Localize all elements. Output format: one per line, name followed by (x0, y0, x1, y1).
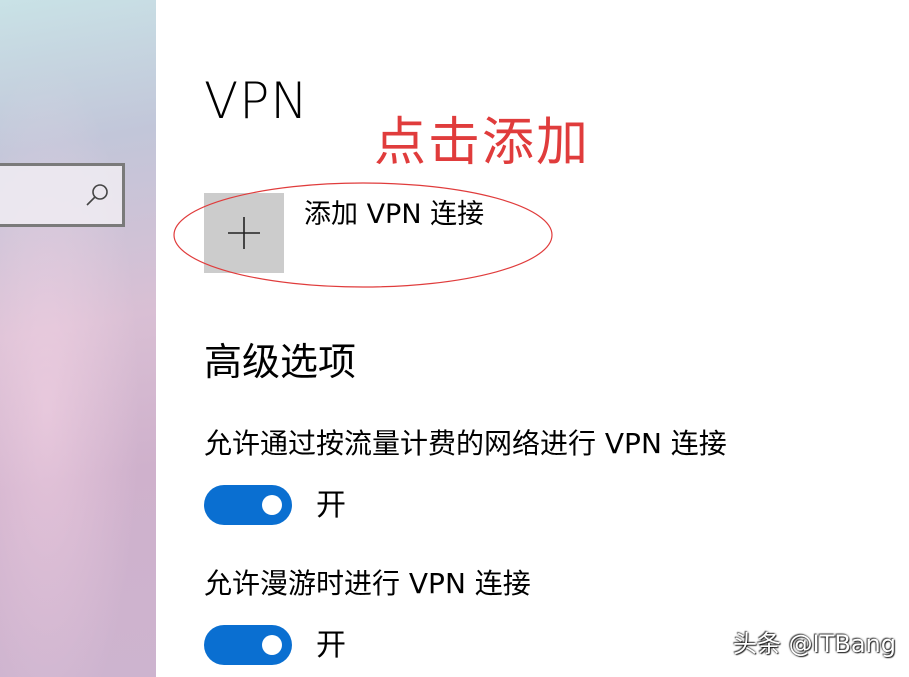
sidebar (0, 0, 156, 677)
metered-network-toggle[interactable] (204, 485, 292, 525)
plus-icon (228, 217, 260, 249)
roaming-toggle[interactable] (204, 625, 292, 665)
watermark: 头条 @ITBang (733, 630, 896, 658)
settings-page: VPN 点击添加 添加 VPN 连接 高级选项 允许通过按流量计费的网络进行 V… (0, 0, 909, 677)
roaming-state: 开 (316, 628, 346, 663)
annotation-text: 点击添加 (374, 113, 591, 173)
page-title: VPN (204, 72, 309, 130)
add-vpn-connection-button[interactable]: 添加 VPN 连接 (204, 193, 514, 273)
advanced-options-heading: 高级选项 (204, 340, 357, 384)
metered-network-option-label: 允许通过按流量计费的网络进行 VPN 连接 (204, 427, 727, 460)
toggle-knob (262, 635, 282, 655)
add-vpn-label[interactable]: 添加 VPN 连接 (304, 197, 484, 233)
metered-network-state: 开 (316, 488, 346, 523)
search-input[interactable] (0, 163, 125, 227)
roaming-option-label: 允许漫游时进行 VPN 连接 (204, 567, 531, 600)
toggle-knob (262, 495, 282, 515)
add-tile[interactable] (204, 193, 284, 273)
search-icon[interactable] (84, 182, 110, 208)
